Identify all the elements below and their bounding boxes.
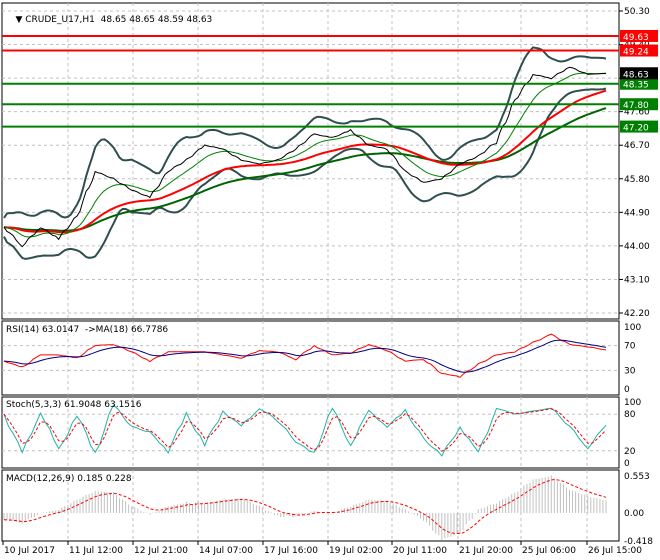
date-tick-label: 21 Jul 20:00 bbox=[459, 546, 513, 556]
rsi-tick-label: 100 bbox=[624, 323, 641, 333]
symbol-label: CRUDE_U17,H1 bbox=[25, 15, 95, 25]
date-tick-label: 11 Jul 12:00 bbox=[69, 546, 123, 556]
price-tick-label: 44.00 bbox=[624, 242, 650, 252]
rsi-ma-line bbox=[3, 339, 607, 373]
macd-label: MACD(12,26,9) 0.185 0.228 bbox=[6, 474, 132, 484]
price-tick-label: 45.80 bbox=[624, 175, 650, 185]
ohlc-values: 48.65 48.65 48.59 48.63 bbox=[100, 15, 213, 25]
rsi-tick-label: 0 bbox=[624, 385, 630, 395]
rsi-tick-label: 30 bbox=[624, 366, 636, 376]
price-tick-label: 50.30 bbox=[624, 7, 650, 17]
date-tick-label: 25 Jul 06:00 bbox=[522, 546, 576, 556]
chart-header: ▼ CRUDE_U17,H1 48.65 48.65 48.59 48.63 bbox=[4, 5, 212, 35]
level-price-label: 47.20 bbox=[623, 124, 649, 134]
macd-tick-label: -0.418 bbox=[624, 537, 653, 547]
date-tick-label: 14 Jul 07:00 bbox=[199, 546, 253, 556]
date-tick-label: 12 Jul 21:00 bbox=[134, 546, 188, 556]
date-tick-label: 26 Jul 15:00 bbox=[588, 546, 642, 556]
bollinger-upper bbox=[3, 46, 607, 219]
chart-window[interactable]: 10 Jul 2017 11 Jul 12:00 12 Jul 21:00 14 Ju… bbox=[0, 0, 660, 560]
current-price-label: 48.63 bbox=[623, 70, 649, 80]
stoch-tick-label: 80 bbox=[624, 410, 636, 420]
price-tick-label: 46.70 bbox=[624, 141, 650, 151]
stoch-signal-line bbox=[3, 408, 607, 452]
macd-tick-label: 0.553 bbox=[624, 472, 650, 482]
macd-tick-label: 0.00 bbox=[624, 509, 644, 519]
stoch-main-line bbox=[3, 404, 607, 457]
stoch-label: Stoch(5,3,3) 61.9048 63.1516 bbox=[6, 400, 142, 410]
stoch-tick-label: 0 bbox=[624, 459, 630, 469]
rsi-label: RSI(14) 63.0147 ->MA(18) 66.7786 bbox=[6, 325, 169, 335]
stoch-tick-label: 100 bbox=[624, 398, 641, 408]
macd-signal-line bbox=[3, 479, 607, 535]
date-tick-label: 20 Jul 11:00 bbox=[393, 546, 447, 556]
dropdown-triangle-icon[interactable]: ▼ bbox=[15, 15, 25, 25]
level-price-label: 47.80 bbox=[623, 101, 649, 111]
date-tick-label: 10 Jul 2017 bbox=[4, 546, 55, 556]
price-tick-label: 44.90 bbox=[624, 208, 650, 218]
level-price-label: 48.35 bbox=[623, 81, 649, 91]
price-tick-label: 42.20 bbox=[624, 309, 650, 319]
level-price-label: 49.24 bbox=[623, 48, 649, 58]
date-tick-label: 19 Jul 02:00 bbox=[329, 546, 383, 556]
stoch-tick-label: 20 bbox=[624, 447, 636, 457]
price-tick-label: 43.10 bbox=[624, 275, 650, 285]
rsi-tick-label: 70 bbox=[624, 342, 636, 352]
level-price-label: 49.63 bbox=[623, 33, 649, 43]
date-tick-label: 17 Jul 16:00 bbox=[264, 546, 318, 556]
